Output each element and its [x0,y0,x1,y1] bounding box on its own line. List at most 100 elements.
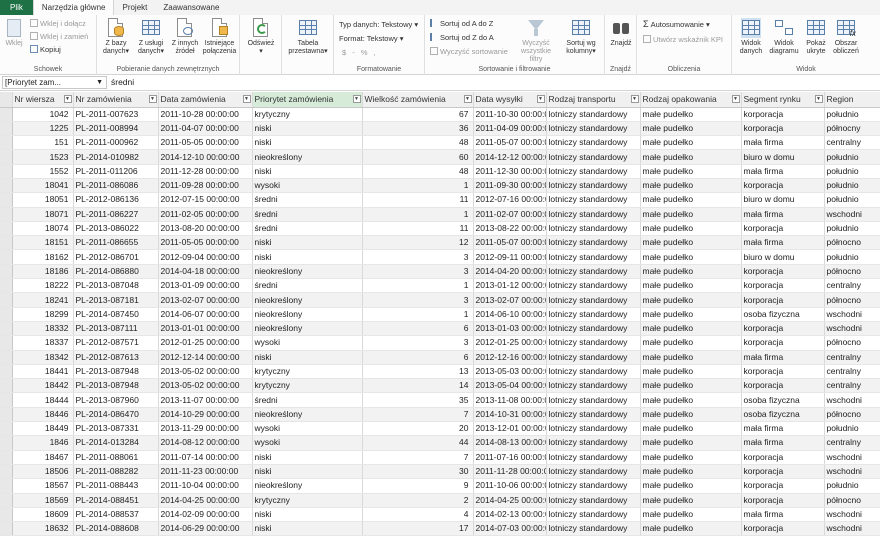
table-cell[interactable]: 18241 [12,292,74,308]
table-cell[interactable]: korporacja [741,364,825,380]
table-cell[interactable]: 48 [362,164,474,179]
table-row[interactable]: 1846 PL-2014-013284 2014-08-12 00:00:00 wys… [0,435,880,451]
table-cell[interactable]: małe pudełko [640,164,742,179]
table-cell[interactable]: 2011-10-04 00:00:00 [158,478,253,494]
table-cell[interactable]: średni [252,278,363,294]
table-cell[interactable]: 1 [362,207,474,222]
table-cell[interactable]: południo [824,192,880,208]
table-cell[interactable]: korporacja [741,178,825,194]
table-row[interactable]: 18567 PL-2011-088443 2011-10-04 00:00:00 ni… [0,478,880,494]
table-cell[interactable]: nieokreślony [252,321,363,337]
table-cell[interactable]: centralny [824,278,880,294]
table-cell[interactable]: 18449 [12,421,74,437]
table-cell[interactable]: południo [824,178,880,194]
table-cell[interactable]: PL-2011-086655 [73,235,159,251]
table-cell[interactable]: małe pudełko [640,307,742,322]
table-cell[interactable]: 12 [362,235,474,251]
table-cell[interactable]: średni [252,392,363,408]
table-cell[interactable]: korporacja [741,107,825,122]
table-row[interactable]: 1552 PL-2011-011206 2011-12-28 00:00:00 nis… [0,164,880,179]
table-cell[interactable]: wschodni [824,464,880,480]
table-cell[interactable]: małe pudełko [640,107,742,122]
table-cell[interactable]: 2014-04-20 00:00:00 [473,264,547,280]
table-cell[interactable]: południo [824,164,880,179]
table-cell[interactable]: wschodni [824,450,880,465]
existing-connections-button[interactable]: Istniejące połączenia [201,17,238,61]
table-cell[interactable]: 2012-12-16 00:00:00 [473,350,547,365]
table-cell[interactable]: 1225 [12,121,74,137]
sort-asc-button[interactable]: Sortuj od A do Z [430,18,493,29]
table-cell[interactable]: lotniczy standardowy [546,135,641,151]
table-cell[interactable]: lotniczy standardowy [546,364,641,380]
table-cell[interactable]: małe pudełko [640,135,742,151]
table-cell[interactable]: niski [252,235,363,251]
table-cell[interactable]: 2011-04-07 00:00:00 [158,121,253,137]
table-cell[interactable]: 1846 [12,435,74,451]
data-grid[interactable]: Nr wiersza ▼ Nr zamówienia ▼ Data zamówienia… [0,92,880,540]
datatype-dropdown[interactable]: Typ danych: Tekstowy ▾ [339,19,418,30]
table-cell[interactable]: 18506 [12,464,74,480]
table-cell[interactable]: centralny [824,435,880,451]
filter-dropdown-icon[interactable]: ▼ [814,95,823,103]
table-cell[interactable]: 20 [362,421,474,437]
table-cell[interactable]: 1 [362,307,474,322]
table-cell[interactable]: wschodni [824,521,880,537]
table-cell[interactable]: małe pudełko [640,392,742,408]
table-cell[interactable]: małe pudełko [640,350,742,365]
table-cell[interactable]: PL-2013-087948 [73,378,159,394]
paste-append-button[interactable]: Wklej i dołącz [30,18,86,29]
table-row[interactable]: 18074 PL-2013-086022 2013-08-20 00:00:00 śr… [0,221,880,237]
row-selector[interactable] [0,493,13,508]
column-header[interactable]: Segment rynku ▼ [741,92,825,108]
table-cell[interactable]: krytyczny [252,378,363,394]
table-cell[interactable]: północno [824,264,880,280]
table-row[interactable]: 1042 PL-2011-007623 2011-10-28 00:00:00 kry… [0,107,880,122]
table-cell[interactable]: małe pudełko [640,521,742,537]
table-cell[interactable]: 18632 [12,521,74,537]
filter-dropdown-icon[interactable]: ▼ [148,95,157,103]
row-selector[interactable] [0,192,13,208]
table-cell[interactable]: niski [252,350,363,365]
table-cell[interactable]: 2013-11-29 00:00:00 [158,421,253,437]
table-cell[interactable]: średni [252,221,363,237]
table-cell[interactable]: 2013-01-09 00:00:00 [158,278,253,294]
table-cell[interactable]: korporacja [741,464,825,480]
table-cell[interactable]: wysoki [252,435,363,451]
name-box[interactable]: [Priorytet zam... ▼ [2,76,107,89]
calculation-area-button[interactable]: fx Obszar obliczeń [830,17,862,61]
table-cell[interactable]: PL-2012-087571 [73,335,159,351]
table-cell[interactable]: lotniczy standardowy [546,178,641,194]
table-cell[interactable]: małe pudełko [640,435,742,451]
column-header[interactable]: Region▼ [824,92,880,108]
table-cell[interactable]: 2014-06-29 00:00:00 [158,521,253,537]
table-cell[interactable]: 4 [362,507,474,523]
table-cell[interactable]: wysoki [252,178,363,194]
table-cell[interactable]: 18337 [12,335,74,351]
table-cell[interactable]: mała firma [741,350,825,365]
table-cell[interactable]: PL-2014-010982 [73,149,159,165]
table-cell[interactable]: lotniczy standardowy [546,407,641,423]
table-cell[interactable]: niski [252,121,363,137]
filter-dropdown-icon[interactable]: ▼ [242,95,251,103]
table-cell[interactable]: 13 [362,364,474,380]
table-cell[interactable]: 2012-07-15 00:00:00 [158,192,253,208]
create-kpi-button[interactable]: Utwórz wskaźnik KPI [643,34,723,45]
row-selector[interactable] [0,164,13,179]
table-cell[interactable]: PL-2011-000962 [73,135,159,151]
table-cell[interactable]: PL-2012-086701 [73,249,159,265]
number-format-buttons[interactable]: $ - % , [342,47,378,58]
table-cell[interactable]: 3 [362,292,474,308]
sort-by-column-button[interactable]: Sortuj wg kolumny▾ [561,17,601,61]
table-cell[interactable]: biuro w domu [741,192,825,208]
table-row[interactable]: 18051 PL-2012-086136 2012-07-15 00:00:00 śr… [0,192,880,208]
clear-sort-button[interactable]: Wyczyść sortowanie [430,46,508,57]
table-cell[interactable]: średni [252,207,363,222]
tab-file[interactable]: Plik [0,0,33,15]
table-cell[interactable]: małe pudełko [640,235,742,251]
refresh-button[interactable]: Odśwież ▾ [244,17,278,61]
table-cell[interactable]: lotniczy standardowy [546,478,641,494]
table-cell[interactable]: osoba fizyczna [741,407,825,423]
table-cell[interactable]: 18442 [12,378,74,394]
table-cell[interactable]: 11 [362,192,474,208]
table-cell[interactable]: 1 [362,278,474,294]
